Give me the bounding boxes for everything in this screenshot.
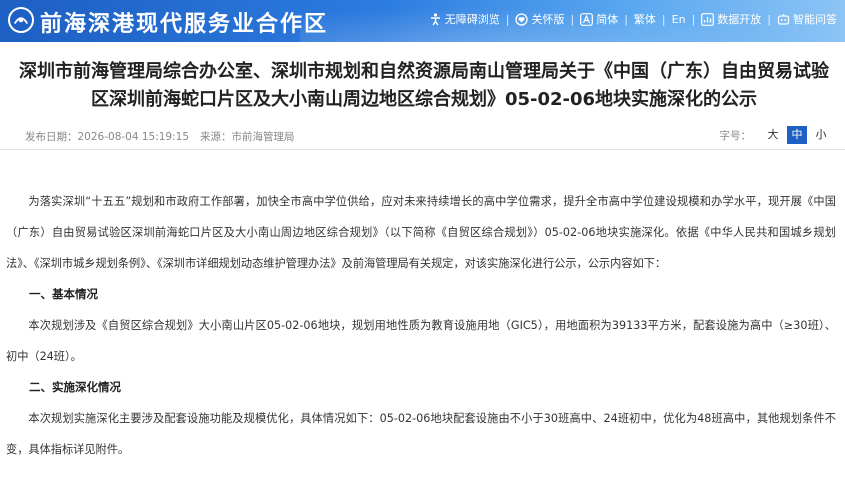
header-toolbar: 无障碍浏览 | 关怀版 | 简体 | 繁体 | En | 数据开放 | 智能问答	[423, 11, 837, 27]
english-label: En	[671, 12, 686, 26]
article-title: 深圳市前海管理局综合办公室、深圳市规划和自然资源局南山管理局关于《中国（广东）自…	[19, 61, 829, 110]
toolbar-divider: |	[767, 12, 771, 26]
care-icon	[515, 12, 529, 26]
open-data-button[interactable]: 数据开放	[701, 11, 761, 27]
intro-paragraph: 为落实深圳“十五五”规划和市政府工作部署，加快全市高中学位供给，应对未来持续增长…	[6, 195, 836, 270]
article-meta: 发布日期：2026-08-04 15:19:15 来源：市前海管理局 字号： 大…	[0, 124, 845, 150]
accessibility-label: 无障碍浏览	[444, 13, 500, 26]
section-heading: 一、基本情况	[29, 287, 98, 301]
data-icon	[701, 12, 715, 26]
toolbar-divider: |	[505, 12, 510, 26]
site-header: 前海深港现代服务业合作区 无障碍浏览 | 关怀版 | 简体 | 繁体 | En …	[0, 0, 845, 42]
section-paragraph: 本次规划涉及《自贸区综合规划》大小南山片区05-02-06地块，规划用地性质为教…	[6, 319, 836, 363]
open-data-label: 数据开放	[717, 13, 762, 26]
section-heading: 二、实施深化情况	[29, 380, 121, 394]
font-size-label: 字号：	[719, 129, 752, 142]
publish-date: 发布日期：2026-08-04 15:19:15	[25, 131, 190, 143]
english-button[interactable]: En	[672, 13, 686, 26]
font-size-large-button[interactable]: 大	[763, 126, 783, 144]
font-size-small-button[interactable]: 小	[811, 126, 831, 144]
traditional-chinese-button[interactable]: 繁体	[634, 11, 656, 27]
simplified-chinese-label: 简体	[596, 13, 619, 26]
toolbar-divider: |	[661, 12, 666, 26]
simplified-chinese-button[interactable]: 简体	[580, 11, 618, 27]
toolbar-divider: |	[691, 12, 696, 26]
smart-qa-button[interactable]: 智能问答	[777, 11, 837, 27]
article-source: 来源：市前海管理局	[200, 131, 295, 143]
accessibility-button[interactable]: 无障碍浏览	[429, 11, 500, 27]
traditional-chinese-label: 繁体	[633, 13, 656, 26]
care-mode-label: 关怀版	[531, 13, 565, 26]
chat-robot-icon	[777, 13, 790, 26]
font-icon	[580, 12, 594, 26]
toolbar-divider: |	[570, 12, 575, 26]
toolbar-divider: |	[624, 12, 628, 26]
accessibility-icon	[429, 12, 442, 26]
smart-qa-label: 智能问答	[793, 13, 837, 26]
care-mode-button[interactable]: 关怀版	[515, 11, 564, 27]
site-logo-icon[interactable]	[8, 7, 34, 33]
article-body: 为落实深圳“十五五”规划和市政府工作部署，加快全市高中学位供给，应对未来持续增长…	[6, 186, 836, 465]
font-size-medium-button[interactable]: 中	[787, 126, 807, 144]
site-name[interactable]: 前海深港现代服务业合作区	[40, 6, 328, 38]
font-size-selector: 字号： 大 中 小	[720, 126, 832, 144]
section-paragraph: 本次规划实施深化主要涉及配套设施功能及规模优化，具体情况如下：05-02-06地…	[6, 412, 836, 456]
